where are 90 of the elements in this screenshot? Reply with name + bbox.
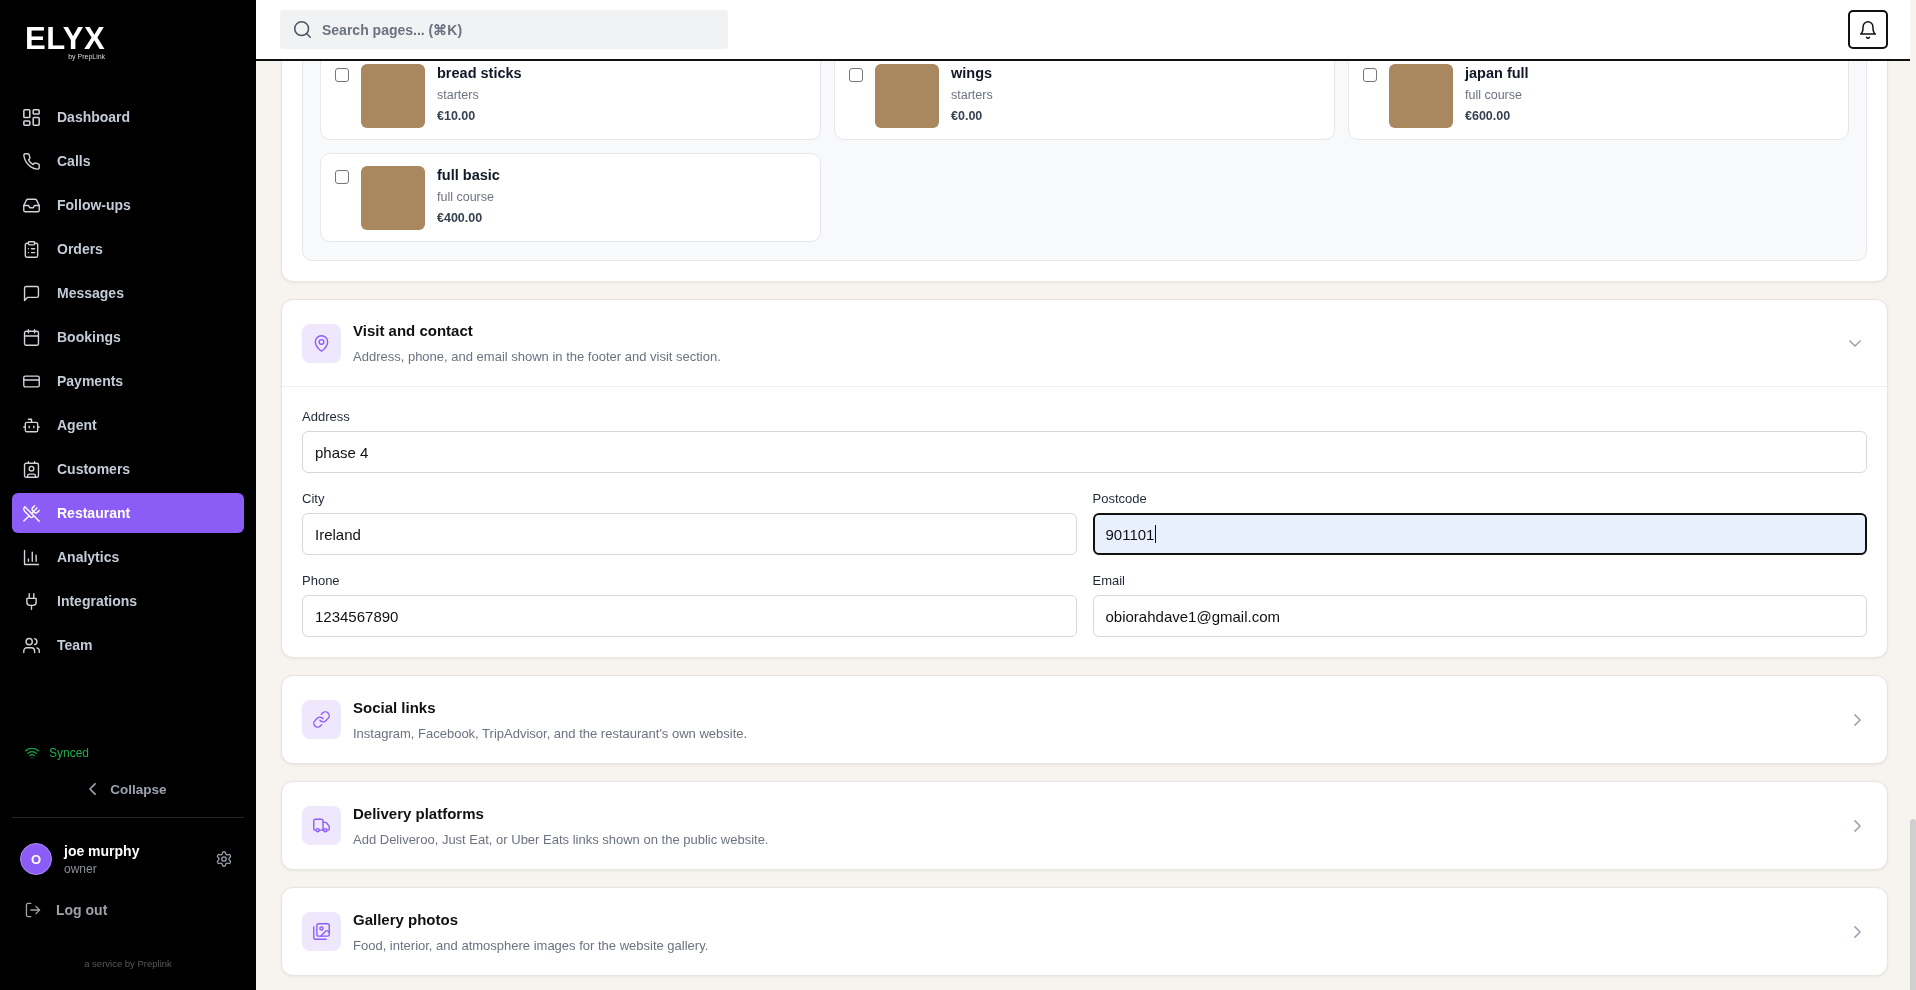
logo-wordmark: ELYX [25,25,106,53]
exit-icon [25,902,41,918]
field-label: Postcode [1092,491,1147,507]
nav-item[interactable]: Payments [12,361,244,401]
input-field[interactable]: obiorahdave1@gmail.com [1092,595,1867,637]
item-name: bread sticks [437,64,522,82]
section-description: Instagram, Facebook, TripAdvisor, and the restaurant's own website. [353,724,748,742]
scrollbar-thumb[interactable] [1910,819,1916,990]
field-label: City [302,491,325,507]
chevron-right-icon[interactable] [1854,713,1861,726]
item-category: full course [437,189,494,205]
section-description: Address, phone, and email shown in the footer and visit section. [353,348,721,365]
text-cursor-icon [1155,525,1157,543]
collapse-button[interactable]: Collapse [89,773,167,805]
checkbox[interactable] [335,68,349,82]
truck-icon [302,806,341,845]
item-name: full basic [437,166,500,184]
input-field[interactable]: phase 4 [302,431,1867,473]
speech-bubble-icon [23,284,40,302]
clipboard-icon [23,240,40,258]
chevron-right-icon[interactable] [1854,925,1861,938]
photo-placeholder [361,64,425,128]
section-description: Add Deliveroo, Just Eat, or Uber Eats links shown on the public website. [353,830,769,848]
section-title: Visit and contact [353,321,473,340]
tray-icon [23,196,40,214]
search-icon [293,20,312,39]
user-name: joe murphy [64,842,140,860]
photo-placeholder [1389,64,1453,128]
nav-item[interactable]: Orders [12,229,244,269]
checkbox[interactable] [335,170,349,184]
field-label: Phone [302,573,340,589]
notifications-button[interactable] [1848,10,1888,49]
chevron-down-icon[interactable] [1849,339,1861,347]
field-label: Email [1092,573,1125,589]
checkbox[interactable] [1363,68,1377,82]
images-icon [302,912,341,951]
item-name: japan full [1465,64,1529,82]
credit-card-icon [23,372,40,390]
link-icon [302,700,341,739]
field-label: Address [302,409,350,425]
item-price: €0.00 [951,108,983,124]
section-title: Delivery platforms [353,803,484,823]
section-description: Food, interior, and atmosphere images for the website gallery. [353,936,709,954]
nav-item[interactable]: Analytics [12,537,244,577]
checkbox[interactable] [849,68,863,82]
input-field[interactable]: Ireland [302,513,1077,555]
section-title: Gallery photos [353,909,459,929]
map-pin-icon [302,323,341,363]
nav-item[interactable]: Follow-ups [12,185,244,225]
avatar: O [20,843,52,875]
section-title: Social links [353,697,436,717]
input-field[interactable]: 901101 [1092,513,1867,555]
user-role: owner [64,861,97,876]
photo-placeholder [361,166,425,230]
item-price: €10.00 [437,108,476,124]
chevron-left-icon [89,783,97,795]
calendar-icon [23,328,40,346]
wifi-icon [25,747,39,759]
nav-item[interactable]: Messages [12,273,244,313]
settings-icon[interactable] [216,851,232,867]
item-name: wings [951,64,993,82]
chevron-right-icon[interactable] [1854,819,1861,832]
robot-icon [23,416,40,434]
nav-item[interactable]: Dashboard [12,97,244,137]
nav-item[interactable]: Team [12,625,244,665]
plug-icon [23,592,40,610]
people-icon [23,636,40,654]
phone-icon [23,152,40,170]
nav-item[interactable]: Customers [12,449,244,489]
item-category: starters [951,87,993,103]
nav-item[interactable]: Integrations [12,581,244,621]
footer-credit: a service by Preplink [84,957,172,971]
bar-chart-icon [23,548,40,566]
nav-item[interactable]: Calls [12,141,244,181]
item-category: starters [437,87,479,103]
photo-placeholder [875,64,939,128]
nav-item[interactable]: Bookings [12,317,244,357]
nav-item[interactable]: Restaurant [12,493,244,533]
search-field[interactable]: Search pages... (⌘K) [280,10,728,49]
fork-knife-icon [23,504,40,522]
logout-button[interactable]: Log out [25,892,108,928]
sync-status: Synced [49,746,90,760]
grid-icon [23,108,40,126]
item-category: full course [1465,87,1522,103]
item-price: €600.00 [1465,108,1511,124]
item-price: €400.00 [437,210,483,226]
input-field[interactable]: 1234567890 [302,595,1077,637]
contact-card-icon [23,460,40,478]
bell-icon [1859,20,1877,39]
nav-item[interactable]: Agent [12,405,244,445]
